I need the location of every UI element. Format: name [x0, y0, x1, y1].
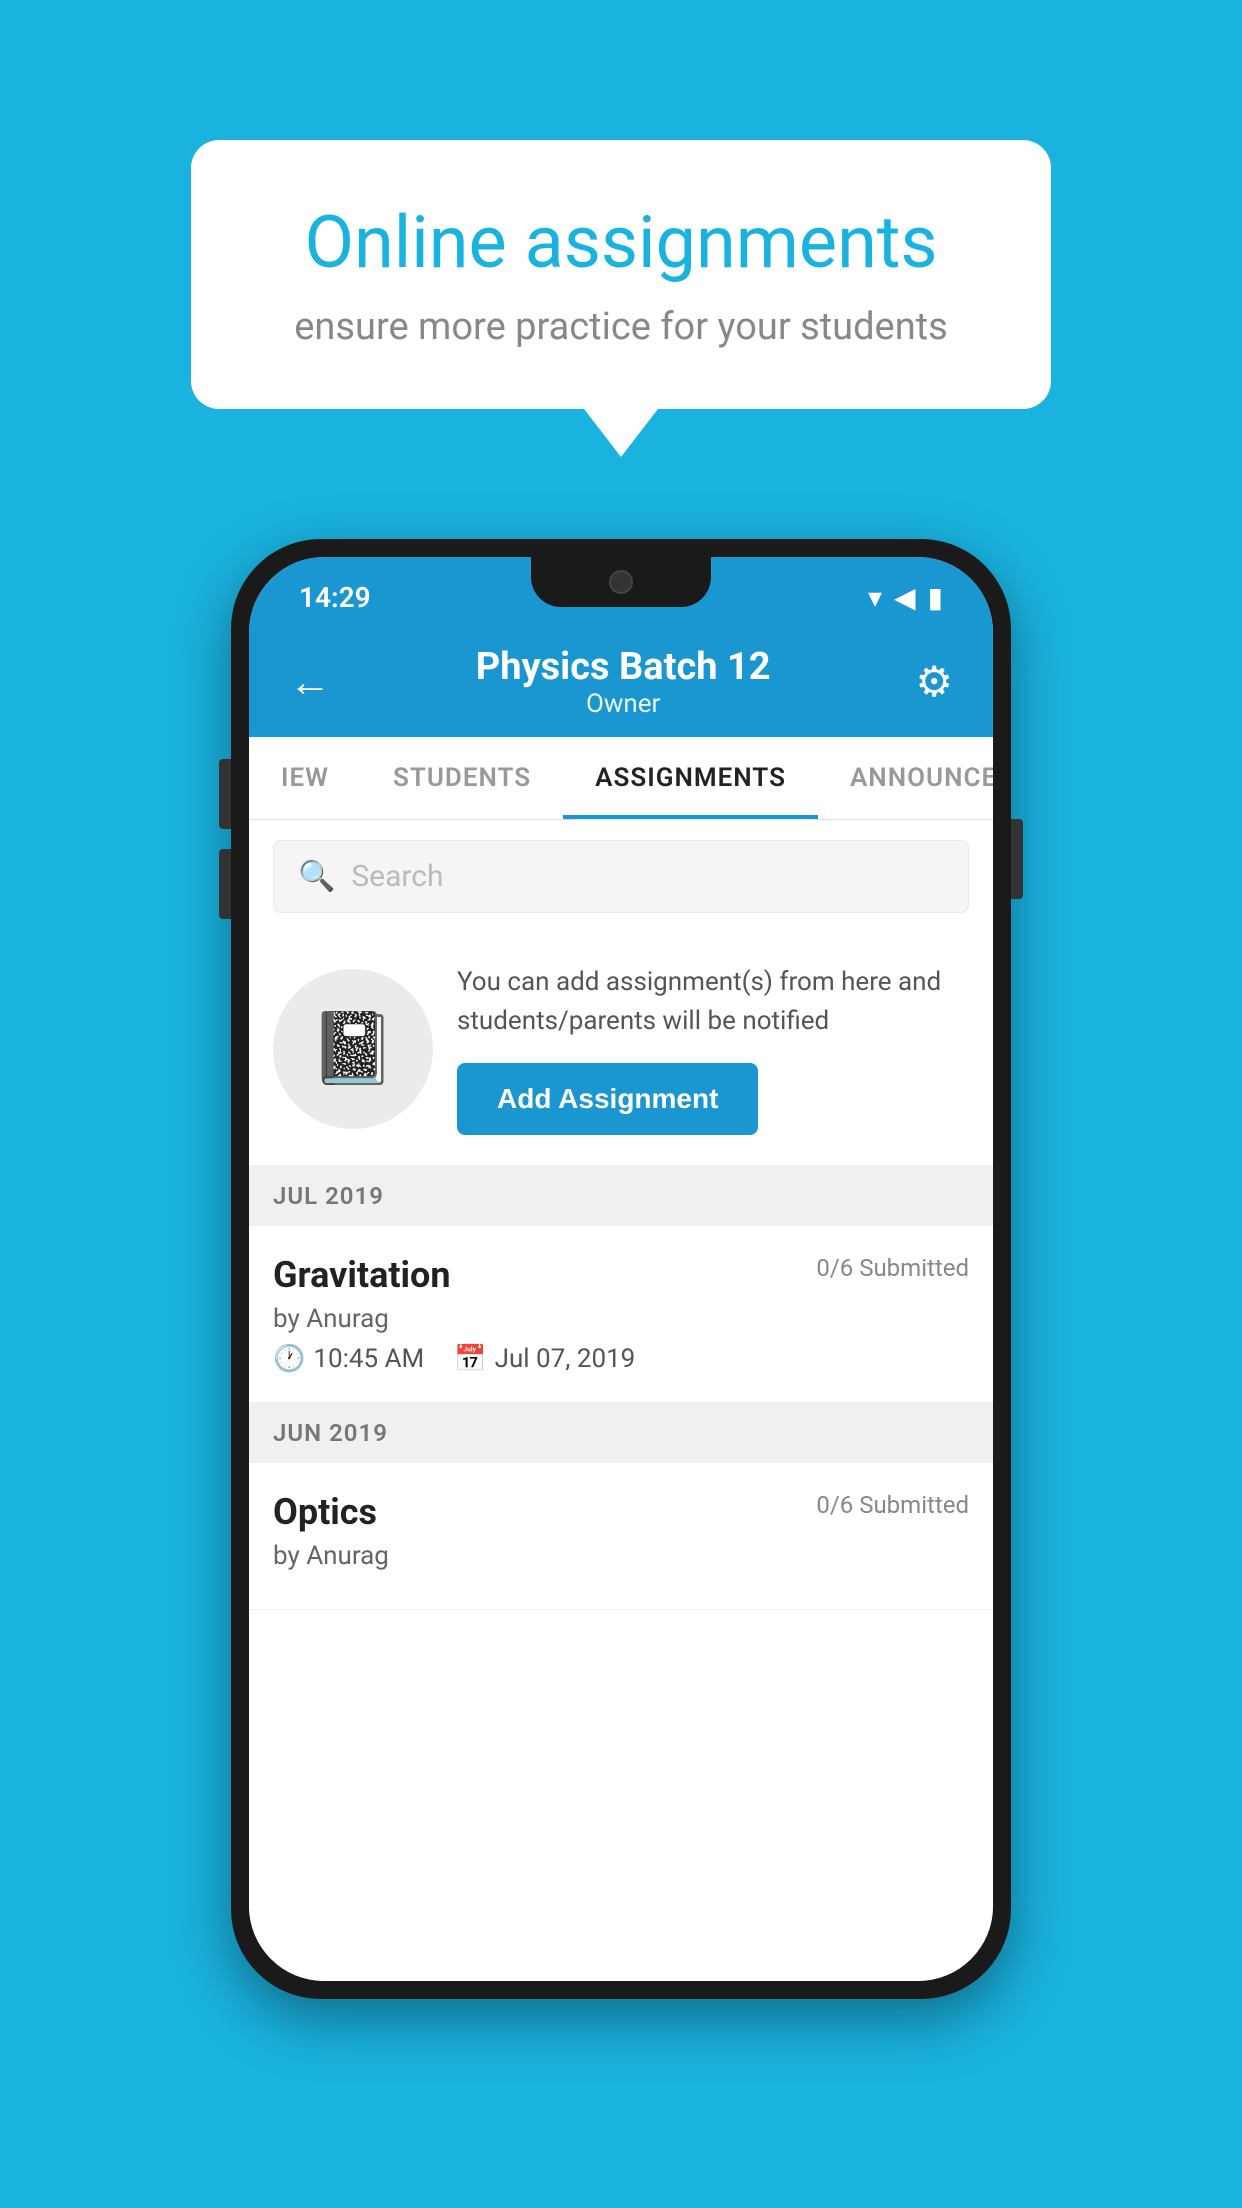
- bubble-subtitle: ensure more practice for your students: [261, 305, 981, 349]
- phone-notch: [531, 557, 711, 607]
- app-header: ← Physics Batch 12 Owner ⚙: [249, 627, 993, 737]
- promo-section: Online assignments ensure more practice …: [0, 0, 1242, 409]
- assignment-time-gravitation: 10:45 AM: [313, 1344, 424, 1374]
- header-title: Physics Batch 12: [476, 645, 771, 689]
- promo-description: You can add assignment(s) from here and …: [457, 963, 969, 1041]
- signal-icon: ◀: [894, 581, 916, 614]
- section-jul-2019: JUL 2019: [249, 1166, 993, 1226]
- submitted-count-optics: 0/6 Submitted: [816, 1491, 969, 1519]
- phone-mockup: 14:29 ▾ ◀ ▮ ← Physics Batch 12 Owner ⚙ I…: [231, 539, 1011, 1999]
- content-area: 🔍 Search 📓 You can add assignment(s) fro…: [249, 820, 993, 1981]
- assignment-top-gravitation: Gravitation 0/6 Submitted: [273, 1254, 969, 1296]
- add-assignment-button[interactable]: Add Assignment: [457, 1063, 758, 1135]
- search-icon: 🔍: [298, 859, 335, 894]
- phone-frame: 14:29 ▾ ◀ ▮ ← Physics Batch 12 Owner ⚙ I…: [231, 539, 1011, 1999]
- wifi-icon: ▾: [868, 581, 882, 614]
- notebook-icon: 📓: [309, 1008, 396, 1090]
- battery-icon: ▮: [928, 581, 943, 614]
- search-container: 🔍 Search: [249, 820, 993, 933]
- assignment-optics[interactable]: Optics 0/6 Submitted by Anurag: [249, 1463, 993, 1610]
- front-camera: [609, 570, 633, 594]
- phone-screen: 14:29 ▾ ◀ ▮ ← Physics Batch 12 Owner ⚙ I…: [249, 557, 993, 1981]
- volume-up-button: [219, 759, 231, 829]
- header-subtitle: Owner: [476, 689, 771, 719]
- assignment-top-optics: Optics 0/6 Submitted: [273, 1491, 969, 1533]
- assignment-by-gravitation: by Anurag: [273, 1304, 969, 1334]
- meta-time-gravitation: 🕐 10:45 AM: [273, 1344, 424, 1374]
- back-button[interactable]: ←: [289, 658, 331, 707]
- assignment-date-gravitation: Jul 07, 2019: [495, 1344, 636, 1374]
- clock-icon: 🕐: [273, 1344, 305, 1374]
- section-jun-2019: JUN 2019: [249, 1403, 993, 1463]
- assignment-by-optics: by Anurag: [273, 1541, 969, 1571]
- speech-bubble: Online assignments ensure more practice …: [191, 140, 1051, 409]
- status-icons: ▾ ◀ ▮: [868, 581, 943, 614]
- search-input[interactable]: Search: [351, 859, 443, 894]
- bubble-title: Online assignments: [261, 200, 981, 285]
- tab-assignments[interactable]: ASSIGNMENTS: [563, 737, 818, 819]
- assignment-gravitation[interactable]: Gravitation 0/6 Submitted by Anurag 🕐 10…: [249, 1226, 993, 1403]
- tab-students[interactable]: STUDENTS: [361, 737, 563, 819]
- assignment-meta-gravitation: 🕐 10:45 AM 📅 Jul 07, 2019: [273, 1344, 969, 1374]
- tab-announcements[interactable]: ANNOUNCEM…: [818, 737, 993, 819]
- calendar-icon: 📅: [454, 1344, 486, 1374]
- tab-iew[interactable]: IEW: [249, 737, 361, 819]
- volume-down-button: [219, 849, 231, 919]
- promo-text-area: You can add assignment(s) from here and …: [457, 963, 969, 1135]
- promo-card: 📓 You can add assignment(s) from here an…: [249, 933, 993, 1166]
- tabs-bar: IEW STUDENTS ASSIGNMENTS ANNOUNCEM…: [249, 737, 993, 820]
- assignment-icon-circle: 📓: [273, 969, 433, 1129]
- header-center: Physics Batch 12 Owner: [476, 645, 771, 719]
- settings-icon[interactable]: ⚙: [915, 657, 953, 707]
- search-bar[interactable]: 🔍 Search: [273, 840, 969, 913]
- assignment-name-optics: Optics: [273, 1491, 377, 1533]
- power-button: [1011, 819, 1023, 899]
- status-time: 14:29: [299, 581, 371, 614]
- submitted-count-gravitation: 0/6 Submitted: [816, 1254, 969, 1282]
- assignment-name-gravitation: Gravitation: [273, 1254, 451, 1296]
- meta-date-gravitation: 📅 Jul 07, 2019: [454, 1344, 635, 1374]
